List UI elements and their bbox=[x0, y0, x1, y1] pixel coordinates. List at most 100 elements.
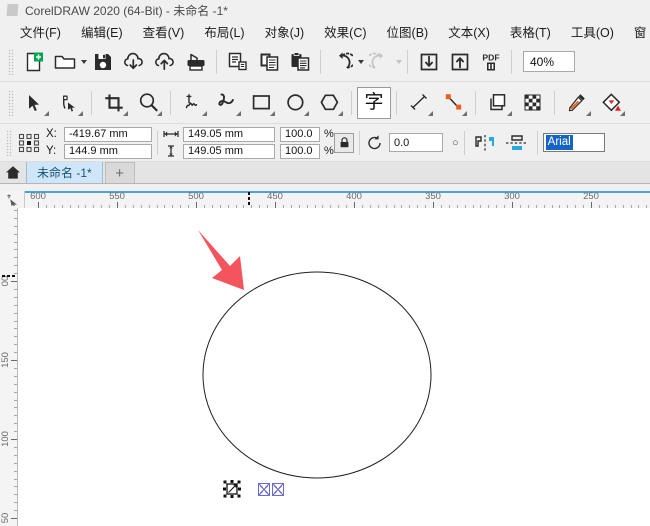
menu-text[interactable]: 文本(X) bbox=[438, 20, 500, 42]
menu-table[interactable]: 表格(T) bbox=[500, 20, 561, 42]
width-input[interactable]: 149.05 mm bbox=[183, 126, 275, 142]
menu-object[interactable]: 对象(J) bbox=[255, 20, 315, 42]
toolbar-grip[interactable] bbox=[8, 48, 14, 75]
add-page-button[interactable]: + bbox=[104, 162, 135, 183]
tool-shape-flyout-icon[interactable] bbox=[78, 110, 83, 116]
import-file-button[interactable] bbox=[413, 46, 444, 77]
tool-fill-flyout-icon[interactable] bbox=[620, 110, 625, 116]
export-button[interactable] bbox=[149, 46, 180, 77]
export-pdf-button[interactable]: PDF bbox=[475, 46, 506, 77]
toolbox-grip[interactable] bbox=[8, 89, 14, 116]
save-button[interactable] bbox=[87, 46, 118, 77]
tool-polygon-flyout-icon[interactable] bbox=[338, 110, 343, 116]
ruler-tick-minor bbox=[14, 399, 17, 401]
tool-connector-flyout-icon[interactable] bbox=[462, 110, 467, 116]
tool-transparency[interactable] bbox=[515, 87, 549, 119]
tool-polygon[interactable] bbox=[312, 87, 346, 119]
scale-x-input[interactable]: 100.0 bbox=[280, 126, 320, 142]
tool-parallel-dimension[interactable] bbox=[402, 87, 436, 119]
y-position-input[interactable]: 144.9 mm bbox=[64, 143, 152, 159]
x-position-input[interactable]: -419.67 mm bbox=[64, 126, 152, 142]
tool-text[interactable]: 字 bbox=[357, 86, 391, 119]
document-tab-label: 未命名 -1* bbox=[37, 166, 92, 180]
menu-tools[interactable]: 工具(O) bbox=[561, 20, 624, 42]
duplicate-page-button[interactable] bbox=[253, 46, 284, 77]
tool-straight-line-connector[interactable] bbox=[436, 87, 470, 119]
paste-button[interactable] bbox=[284, 46, 315, 77]
tool-freehand[interactable] bbox=[176, 87, 210, 119]
rotation-input[interactable]: 0.0 bbox=[389, 133, 443, 152]
tool-ellipse[interactable] bbox=[278, 87, 312, 119]
menu-window[interactable]: 窗 bbox=[624, 20, 650, 42]
x-position-value: -419.67 mm bbox=[69, 128, 128, 140]
tool-rectangle-flyout-icon[interactable] bbox=[270, 110, 275, 116]
zoom-level-input[interactable]: 40% bbox=[523, 51, 575, 72]
tool-freehand-flyout-icon[interactable] bbox=[202, 110, 207, 116]
tool-artistic-media[interactable] bbox=[210, 87, 244, 119]
ruler-label: 450 bbox=[267, 191, 283, 202]
tool-crop-flyout-icon[interactable] bbox=[123, 110, 128, 116]
menu-view[interactable]: 查看(V) bbox=[133, 20, 195, 42]
publish-button[interactable] bbox=[222, 46, 253, 77]
open-document-button[interactable] bbox=[49, 46, 80, 77]
property-bar-grip[interactable] bbox=[6, 129, 12, 156]
scale-y-value: 100.0 bbox=[285, 145, 313, 157]
ruler-tick-minor bbox=[14, 265, 17, 267]
font-name-input[interactable]: Arial bbox=[542, 133, 605, 152]
tool-zoom-flyout-icon[interactable] bbox=[157, 110, 162, 116]
tool-drop-shadow-flyout-icon[interactable] bbox=[507, 110, 512, 116]
tool-pick[interactable] bbox=[18, 87, 52, 119]
tool-dimension-flyout-icon[interactable] bbox=[428, 110, 433, 116]
mirror-vertical-button[interactable] bbox=[501, 127, 532, 158]
import-button[interactable] bbox=[118, 46, 149, 77]
ruler-tick-minor bbox=[14, 209, 17, 211]
horizontal-ruler[interactable]: 60055050045040035030025020 bbox=[0, 191, 650, 209]
height-input[interactable]: 149.05 mm bbox=[183, 143, 275, 159]
menu-layout[interactable]: 布局(L) bbox=[194, 20, 254, 42]
object-center-node-icon[interactable] bbox=[223, 480, 241, 498]
text-object-placeholder[interactable] bbox=[258, 483, 284, 496]
window-title: CorelDRAW 2020 (64-Bit) - 未命名 -1* bbox=[25, 3, 228, 18]
rotate-icon[interactable] bbox=[365, 133, 385, 153]
tool-drop-shadow[interactable] bbox=[481, 87, 515, 119]
redo-dropdown-icon[interactable] bbox=[396, 59, 402, 64]
tool-ellipse-flyout-icon[interactable] bbox=[304, 110, 309, 116]
ruler-tick-minor bbox=[14, 217, 17, 219]
tool-crop[interactable] bbox=[97, 87, 131, 119]
tool-rectangle[interactable] bbox=[244, 87, 278, 119]
ruler-tick-minor bbox=[14, 241, 17, 243]
ruler-corner-button[interactable] bbox=[0, 191, 25, 208]
text-tool-icon: 字 bbox=[364, 91, 384, 113]
menu-view-label: 查看(V) bbox=[142, 25, 185, 40]
ruler-tick-minor bbox=[14, 296, 17, 298]
redo-button[interactable] bbox=[364, 46, 395, 77]
home-tab-button[interactable] bbox=[0, 162, 26, 183]
new-document-button[interactable] bbox=[18, 46, 49, 77]
menu-bitmaps-label: 位图(B) bbox=[386, 25, 429, 40]
tool-pick-flyout-icon[interactable] bbox=[44, 110, 49, 116]
lock-ratio-button[interactable] bbox=[334, 132, 354, 153]
tool-interactive-fill[interactable] bbox=[594, 87, 628, 119]
menu-file[interactable]: 文件(F) bbox=[10, 20, 71, 42]
menu-edit[interactable]: 编辑(E) bbox=[71, 20, 133, 42]
menu-effects[interactable]: 效果(C) bbox=[314, 20, 376, 42]
ruler-label: 50 bbox=[0, 512, 11, 524]
mirror-horizontal-button[interactable] bbox=[470, 127, 501, 158]
print-button[interactable] bbox=[180, 46, 211, 77]
menu-object-label: 对象(J) bbox=[264, 25, 305, 40]
export-file-button[interactable] bbox=[444, 46, 475, 77]
tool-eyedropper-flyout-icon[interactable] bbox=[586, 110, 591, 116]
vertical-ruler[interactable]: 20015010050 bbox=[0, 208, 18, 526]
menu-bitmaps[interactable]: 位图(B) bbox=[377, 20, 439, 42]
drawing-canvas[interactable] bbox=[18, 208, 650, 526]
undo-button[interactable] bbox=[326, 46, 357, 77]
ellipse-object[interactable] bbox=[202, 271, 432, 479]
tool-shape[interactable] bbox=[52, 87, 86, 119]
scale-y-input[interactable]: 100.0 bbox=[280, 143, 320, 159]
document-tab[interactable]: 未命名 -1* bbox=[26, 162, 103, 183]
tool-artistic-media-flyout-icon[interactable] bbox=[236, 110, 241, 116]
ellipse-tool-icon bbox=[286, 94, 304, 111]
tool-color-eyedropper[interactable] bbox=[560, 87, 594, 119]
tool-zoom[interactable] bbox=[131, 87, 165, 119]
object-origin-icon[interactable] bbox=[16, 130, 42, 156]
